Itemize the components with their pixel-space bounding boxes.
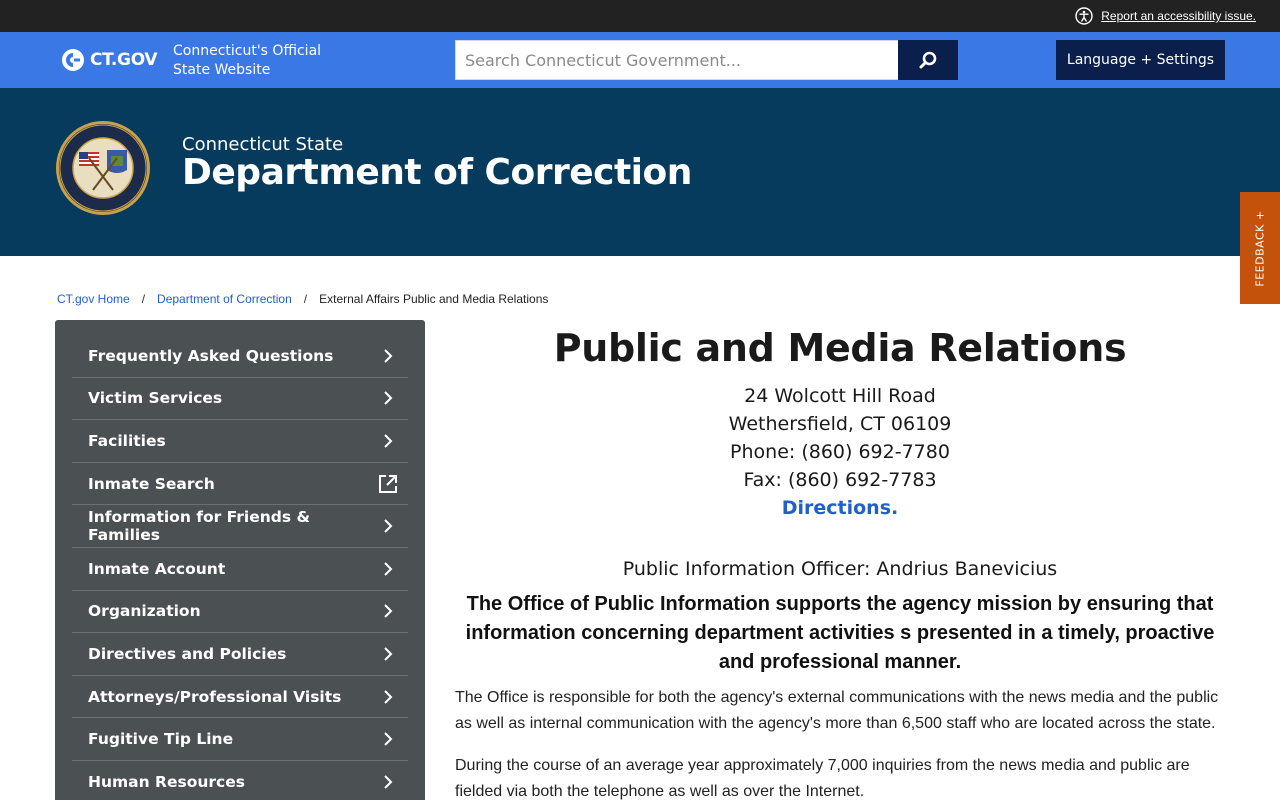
ct-gov-logo[interactable]: CT.GOV (62, 49, 158, 71)
agency-title[interactable]: Department of Correction (182, 152, 692, 193)
address-city: Wethersfield, CT 06109 (728, 413, 952, 435)
sidebar-item-inmate-account[interactable]: Inmate Account (72, 548, 408, 591)
sidebar-item-label: Attorneys/Professional Visits (88, 687, 342, 706)
sidebar-item-label: Inmate Account (88, 559, 226, 578)
agency-banner: Connecticut State Department of Correcti… (0, 88, 1280, 256)
breadcrumb-department-of-correction[interactable]: Department of Correction (157, 292, 292, 306)
feedback-label: FEEDBACK + (1253, 209, 1267, 287)
chevron-right-icon (378, 729, 398, 749)
breadcrumb: CT.gov Home / Department of Correction /… (57, 292, 548, 306)
main-content: Public and Media Relations 24 Wolcott Hi… (455, 320, 1225, 800)
breadcrumb-ct-gov-home[interactable]: CT.gov Home (57, 292, 130, 306)
breadcrumb-current: External Affairs Public and Media Relati… (319, 292, 549, 306)
directions-link[interactable]: Directions. (782, 497, 899, 519)
sidebar-item-label: Human Resources (88, 772, 245, 791)
sidebar-item-attorneys-visits[interactable]: Attorneys/Professional Visits (72, 676, 408, 719)
sidebar-item-label: Victim Services (88, 389, 223, 408)
utility-bar: Report an accessibility issue. (0, 0, 1280, 32)
contact-fax: Fax: (860) 692-7783 (743, 469, 937, 491)
ct-logo-icon (62, 49, 84, 71)
contact-phone: Phone: (860) 692-7780 (730, 441, 950, 463)
search-button[interactable] (898, 40, 958, 80)
language-settings-button[interactable]: Language + Settings (1056, 40, 1225, 80)
sidebar-nav: Frequently Asked Questions Victim Servic… (55, 320, 425, 800)
chevron-right-icon (378, 431, 398, 451)
external-link-icon (378, 474, 398, 494)
contact-address: 24 Wolcott Hill Road Wethersfield, CT 06… (455, 382, 1225, 522)
sidebar-item-facilities[interactable]: Facilities (72, 420, 408, 463)
breadcrumb-separator: / (141, 292, 146, 306)
sidebar-item-label: Inmate Search (88, 474, 215, 493)
report-accessibility-link[interactable]: Report an accessibility issue. (1101, 9, 1256, 23)
search-icon (919, 51, 937, 69)
sidebar-item-fugitive-tip-line[interactable]: Fugitive Tip Line (72, 718, 408, 761)
chevron-right-icon (378, 559, 398, 579)
chevron-right-icon (378, 772, 398, 792)
tagline-line-1: Connecticut's Official (173, 43, 322, 59)
feedback-tab[interactable]: FEEDBACK + (1240, 192, 1280, 304)
chevron-right-icon (379, 516, 398, 536)
body-paragraph: The Office is responsible for both the a… (455, 689, 1219, 732)
chevron-right-icon (378, 388, 398, 408)
public-information-officer: Public Information Officer: Andrius Bane… (622, 558, 1058, 580)
search-input[interactable] (455, 40, 898, 80)
sidebar-item-label: Facilities (88, 431, 166, 450)
page-title: Public and Media Relations (553, 326, 1127, 370)
site-search (455, 40, 958, 80)
sidebar-item-label: Directives and Policies (88, 644, 287, 663)
sidebar-item-inmate-search[interactable]: Inmate Search (72, 463, 408, 506)
sidebar-item-friends-families[interactable]: Information for Friends & Families (72, 505, 408, 548)
breadcrumb-separator: / (303, 292, 308, 306)
tagline-line-2: State Website (173, 62, 271, 78)
body-paragraph: During the course of an average year app… (455, 757, 1190, 800)
accessibility-icon[interactable] (1075, 7, 1093, 25)
chevron-right-icon (378, 346, 398, 366)
sidebar-item-organization[interactable]: Organization (72, 591, 408, 634)
sidebar-item-label: Information for Friends & Families (88, 508, 311, 545)
chevron-right-icon (378, 601, 398, 621)
sidebar-item-label: Organization (88, 602, 201, 621)
official-site-tagline: Connecticut's Official State Website (173, 42, 343, 80)
sidebar-item-faq[interactable]: Frequently Asked Questions (72, 335, 408, 378)
sidebar-item-directives-policies[interactable]: Directives and Policies (72, 633, 408, 676)
chevron-right-icon (378, 644, 398, 664)
address-street: 24 Wolcott Hill Road (744, 385, 936, 407)
sidebar-item-label: Frequently Asked Questions (88, 346, 334, 365)
sidebar-item-human-resources[interactable]: Human Resources (72, 761, 408, 800)
department-seal-icon[interactable] (55, 120, 151, 216)
chevron-right-icon (378, 687, 398, 707)
ct-gov-logo-text: CT.GOV (90, 50, 158, 70)
ct-gov-header: CT.GOV Connecticut's Official State Webs… (0, 32, 1280, 88)
sidebar-item-victim-services[interactable]: Victim Services (72, 378, 408, 421)
mission-statement: The Office of Public Information support… (465, 593, 1215, 673)
sidebar-item-label: Fugitive Tip Line (88, 730, 234, 749)
